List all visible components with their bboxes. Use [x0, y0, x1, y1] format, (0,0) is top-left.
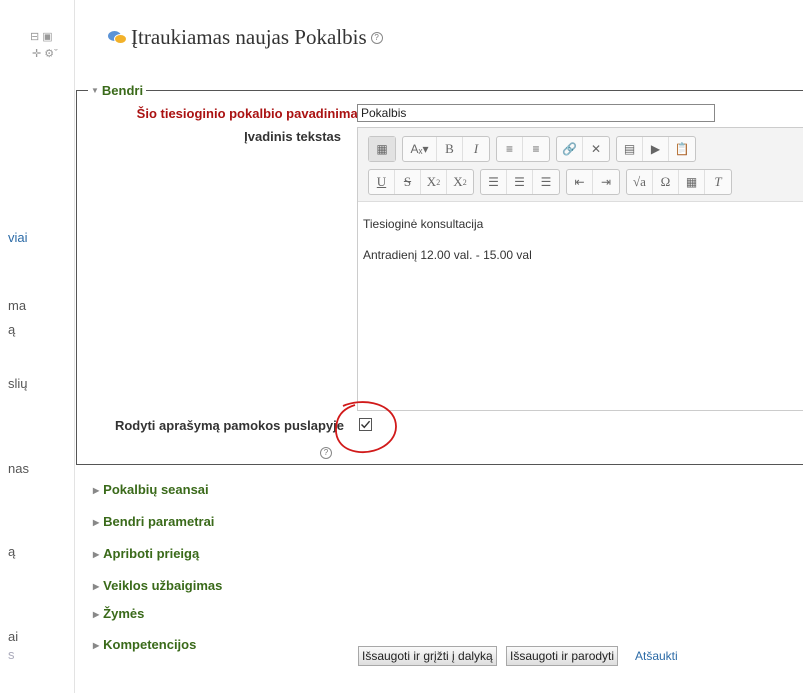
special-char-icon[interactable]: Ω — [653, 170, 679, 194]
align-center-icon[interactable]: ☰ — [507, 170, 533, 194]
page-heading: Įtraukiamas naujas Pokalbis ? — [108, 25, 383, 50]
collapsed-triangle-icon: ▶ — [93, 582, 100, 591]
section-label: Žymės — [103, 606, 145, 621]
section-label: Kompetencijos — [103, 637, 197, 652]
sidebar-fragment: s — [8, 647, 15, 662]
section-label: Pokalbių seansai — [103, 482, 209, 497]
name-input[interactable] — [357, 104, 715, 122]
sidebar-fragment[interactable]: ą — [8, 322, 15, 337]
italic-icon[interactable]: I — [463, 137, 489, 161]
sidebar-fragment[interactable]: ma — [8, 298, 26, 313]
name-label-text: Šio tiesioginio pokalbio pavadinimas — [136, 106, 365, 121]
intro-editor[interactable]: ▦ Aₓ▾ B I ≡ ≡ 🔗 ✕ ▤ ▶ 📋 USX2X2 ☰ ☰ ☰ ⇤ ⇥ √a Ω ▦ T Ti… — [357, 127, 803, 411]
show-description-label: Rodyti aprašymą pamokos puslapyje — [114, 418, 344, 433]
align-right-icon[interactable]: ☰ — [533, 170, 559, 194]
editor-toolbar: ▦ Aₓ▾ B I ≡ ≡ 🔗 ✕ ▤ ▶ 📋 USX2X2 ☰ ☰ ☰ ⇤ ⇥ √a Ω ▦ T — [358, 128, 803, 202]
section-tags[interactable]: ▶ Žymės — [93, 606, 144, 621]
editor-content[interactable]: Tiesioginė konsultacija Antradienį 12.00… — [363, 216, 532, 278]
chat-icon — [108, 30, 127, 45]
equation-icon[interactable]: √a — [627, 170, 653, 194]
paragraph-style-icon[interactable]: Aₓ▾ — [403, 137, 437, 161]
outdent-icon[interactable]: ⇤ — [567, 170, 593, 194]
underline-icon[interactable]: U — [369, 170, 395, 194]
name-label: Šio tiesioginio pokalbio pavadinimas* — [85, 106, 370, 121]
section-common-settings[interactable]: ▶ Bendri parametrai — [93, 514, 214, 529]
collapsed-triangle-icon: ▶ — [93, 486, 100, 495]
table-icon[interactable]: ▦ — [679, 170, 705, 194]
image-icon[interactable]: ▤ — [617, 137, 643, 161]
save-and-return-button[interactable]: Išsaugoti ir grįžti į dalyką — [358, 646, 497, 666]
sidebar-fragment[interactable]: slių — [8, 376, 28, 391]
intro-line: Antradienį 12.00 val. - 15.00 val — [363, 248, 532, 262]
ordered-list-icon[interactable]: ≡ — [523, 137, 549, 161]
cancel-link[interactable]: Atšaukti — [635, 649, 678, 663]
section-competencies[interactable]: ▶ Kompetencijos — [93, 637, 196, 652]
page-title: Įtraukiamas naujas Pokalbis — [131, 25, 367, 49]
align-left-icon[interactable]: ☰ — [481, 170, 507, 194]
section-restrict-access[interactable]: ▶ Apriboti prieigą — [93, 546, 199, 561]
collapsed-triangle-icon: ▶ — [93, 518, 100, 527]
clear-format-icon[interactable]: T — [705, 170, 731, 194]
save-and-display-button[interactable]: Išsaugoti ir parodyti — [506, 646, 619, 666]
dock-icon[interactable]: ⊟ ▣ — [30, 30, 53, 43]
help-icon[interactable]: ? — [370, 31, 383, 44]
left-sidebar: ⊟ ▣ ✛ ⚙ˇ viai ma ą slių nas ą ai s — [0, 0, 75, 693]
toolbar-toggle-icon[interactable]: ▦ — [369, 137, 395, 161]
section-label: Veiklos užbaigimas — [103, 578, 223, 593]
unordered-list-icon[interactable]: ≡ — [497, 137, 523, 161]
unlink-icon[interactable]: ✕ — [583, 137, 609, 161]
sidebar-fragment[interactable]: ai — [8, 629, 18, 644]
red-annotation-circle — [335, 401, 397, 453]
sidebar-fragment[interactable]: ą — [8, 544, 15, 559]
intro-label: Įvadinis tekstas — [244, 129, 341, 144]
collapsed-triangle-icon: ▶ — [93, 550, 100, 559]
section-activity-completion[interactable]: ▶ Veiklos užbaigimas — [93, 578, 222, 593]
sidebar-divider — [74, 0, 75, 693]
sidebar-fragment[interactable]: nas — [8, 461, 29, 476]
collapsed-triangle-icon: ▶ — [93, 610, 100, 619]
indent-icon[interactable]: ⇥ — [593, 170, 619, 194]
sidebar-fragment[interactable]: viai — [8, 230, 28, 245]
move-gear-icons[interactable]: ✛ ⚙ˇ — [32, 47, 58, 60]
subscript-icon[interactable]: X2 — [421, 170, 447, 194]
expanded-triangle-icon: ▼ — [91, 86, 99, 95]
section-general[interactable]: ▼ Bendri — [88, 83, 147, 98]
section-label: Apriboti prieigą — [103, 546, 200, 561]
section-general-label: Bendri — [101, 83, 144, 98]
superscript-icon[interactable]: X2 — [447, 170, 473, 194]
section-chat-sessions[interactable]: ▶ Pokalbių seansai — [93, 482, 209, 497]
strikethrough-icon[interactable]: S — [395, 170, 421, 194]
media-icon[interactable]: ▶ — [643, 137, 669, 161]
link-icon[interactable]: 🔗 — [557, 137, 583, 161]
file-manager-icon[interactable]: 📋 — [669, 137, 695, 161]
collapsed-triangle-icon: ▶ — [93, 641, 100, 650]
intro-line: Tiesioginė konsultacija — [363, 217, 484, 231]
bold-icon[interactable]: B — [437, 137, 463, 161]
section-label: Bendri parametrai — [103, 514, 215, 529]
